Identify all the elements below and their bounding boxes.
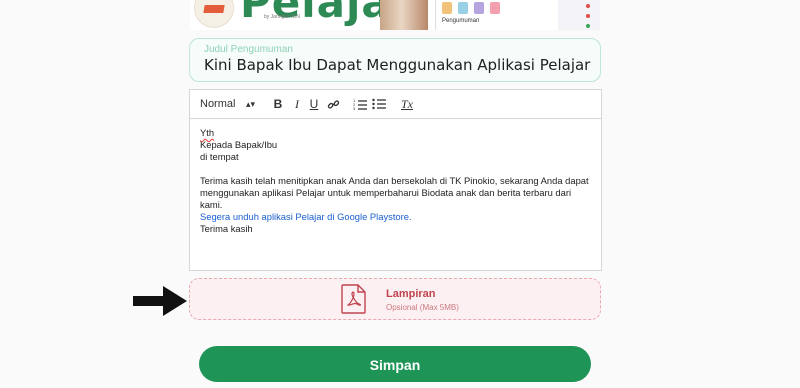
announcement-title-field[interactable]: Judul Pengumuman Kini Bapak Ibu Dapat Me… bbox=[189, 38, 601, 82]
banner-screen-preview: Pengumuman bbox=[435, 0, 556, 30]
brand-subtitle: by Jaringan IDN bbox=[264, 14, 300, 20]
body-line-7: Terima kasih bbox=[200, 223, 253, 234]
underline-button[interactable]: U bbox=[308, 96, 320, 112]
body-line-6: Segera unduh aplikasi Pelajar di Google … bbox=[200, 211, 412, 222]
attachment-subtitle: Opsional (Max 5MB) bbox=[386, 303, 459, 312]
format-select-value: Normal bbox=[200, 98, 236, 110]
body-line-1: Yth bbox=[200, 127, 215, 138]
ordered-list-icon[interactable]: 1 2 3 bbox=[352, 96, 368, 112]
pdf-file-icon bbox=[341, 284, 366, 314]
rich-text-editor: Normal ▴▾ B I U 1 2 3 Tx Yth Kepada Bapa… bbox=[189, 89, 602, 271]
app-logo bbox=[194, 0, 234, 28]
attachment-dropzone[interactable]: Lampiran Opsional (Max 5MB) bbox=[189, 278, 601, 320]
clear-format-button[interactable]: Tx bbox=[400, 96, 414, 112]
banner-screen-title: Pengumuman bbox=[442, 18, 480, 24]
svg-text:3: 3 bbox=[353, 106, 356, 110]
editor-toolbar: Normal ▴▾ B I U 1 2 3 Tx bbox=[190, 90, 601, 119]
banner-photo bbox=[380, 0, 428, 30]
arrow-right-icon bbox=[133, 286, 187, 316]
select-arrows-icon: ▴▾ bbox=[246, 99, 256, 109]
banner-card bbox=[558, 0, 600, 30]
announcement-title-input[interactable]: Kini Bapak Ibu Dapat Menggunakan Aplikas… bbox=[204, 56, 590, 74]
format-select[interactable]: Normal ▴▾ bbox=[200, 96, 260, 112]
bold-button[interactable]: B bbox=[272, 96, 284, 112]
body-line-5: menggunakan aplikasi Pelajar untuk mempe… bbox=[200, 187, 572, 210]
body-line-2: Kepada Bapak/Ibu bbox=[200, 139, 278, 150]
announcement-title-label: Judul Pengumuman bbox=[204, 44, 293, 55]
attachment-title: Lampiran bbox=[386, 288, 436, 300]
italic-button[interactable]: I bbox=[291, 96, 303, 112]
app-banner: Pelajar by Jaringan IDN Pengumuman bbox=[190, 0, 600, 30]
save-button[interactable]: Simpan bbox=[199, 346, 591, 382]
body-line-3: di tempat bbox=[200, 151, 239, 162]
editor-content[interactable]: Yth Kepada Bapak/Ibu di tempat Terima ka… bbox=[190, 119, 601, 243]
bullet-list-icon[interactable] bbox=[371, 96, 387, 112]
body-line-4: Terima kasih telah menitipkan anak Anda … bbox=[200, 175, 589, 186]
link-icon[interactable] bbox=[326, 96, 340, 112]
